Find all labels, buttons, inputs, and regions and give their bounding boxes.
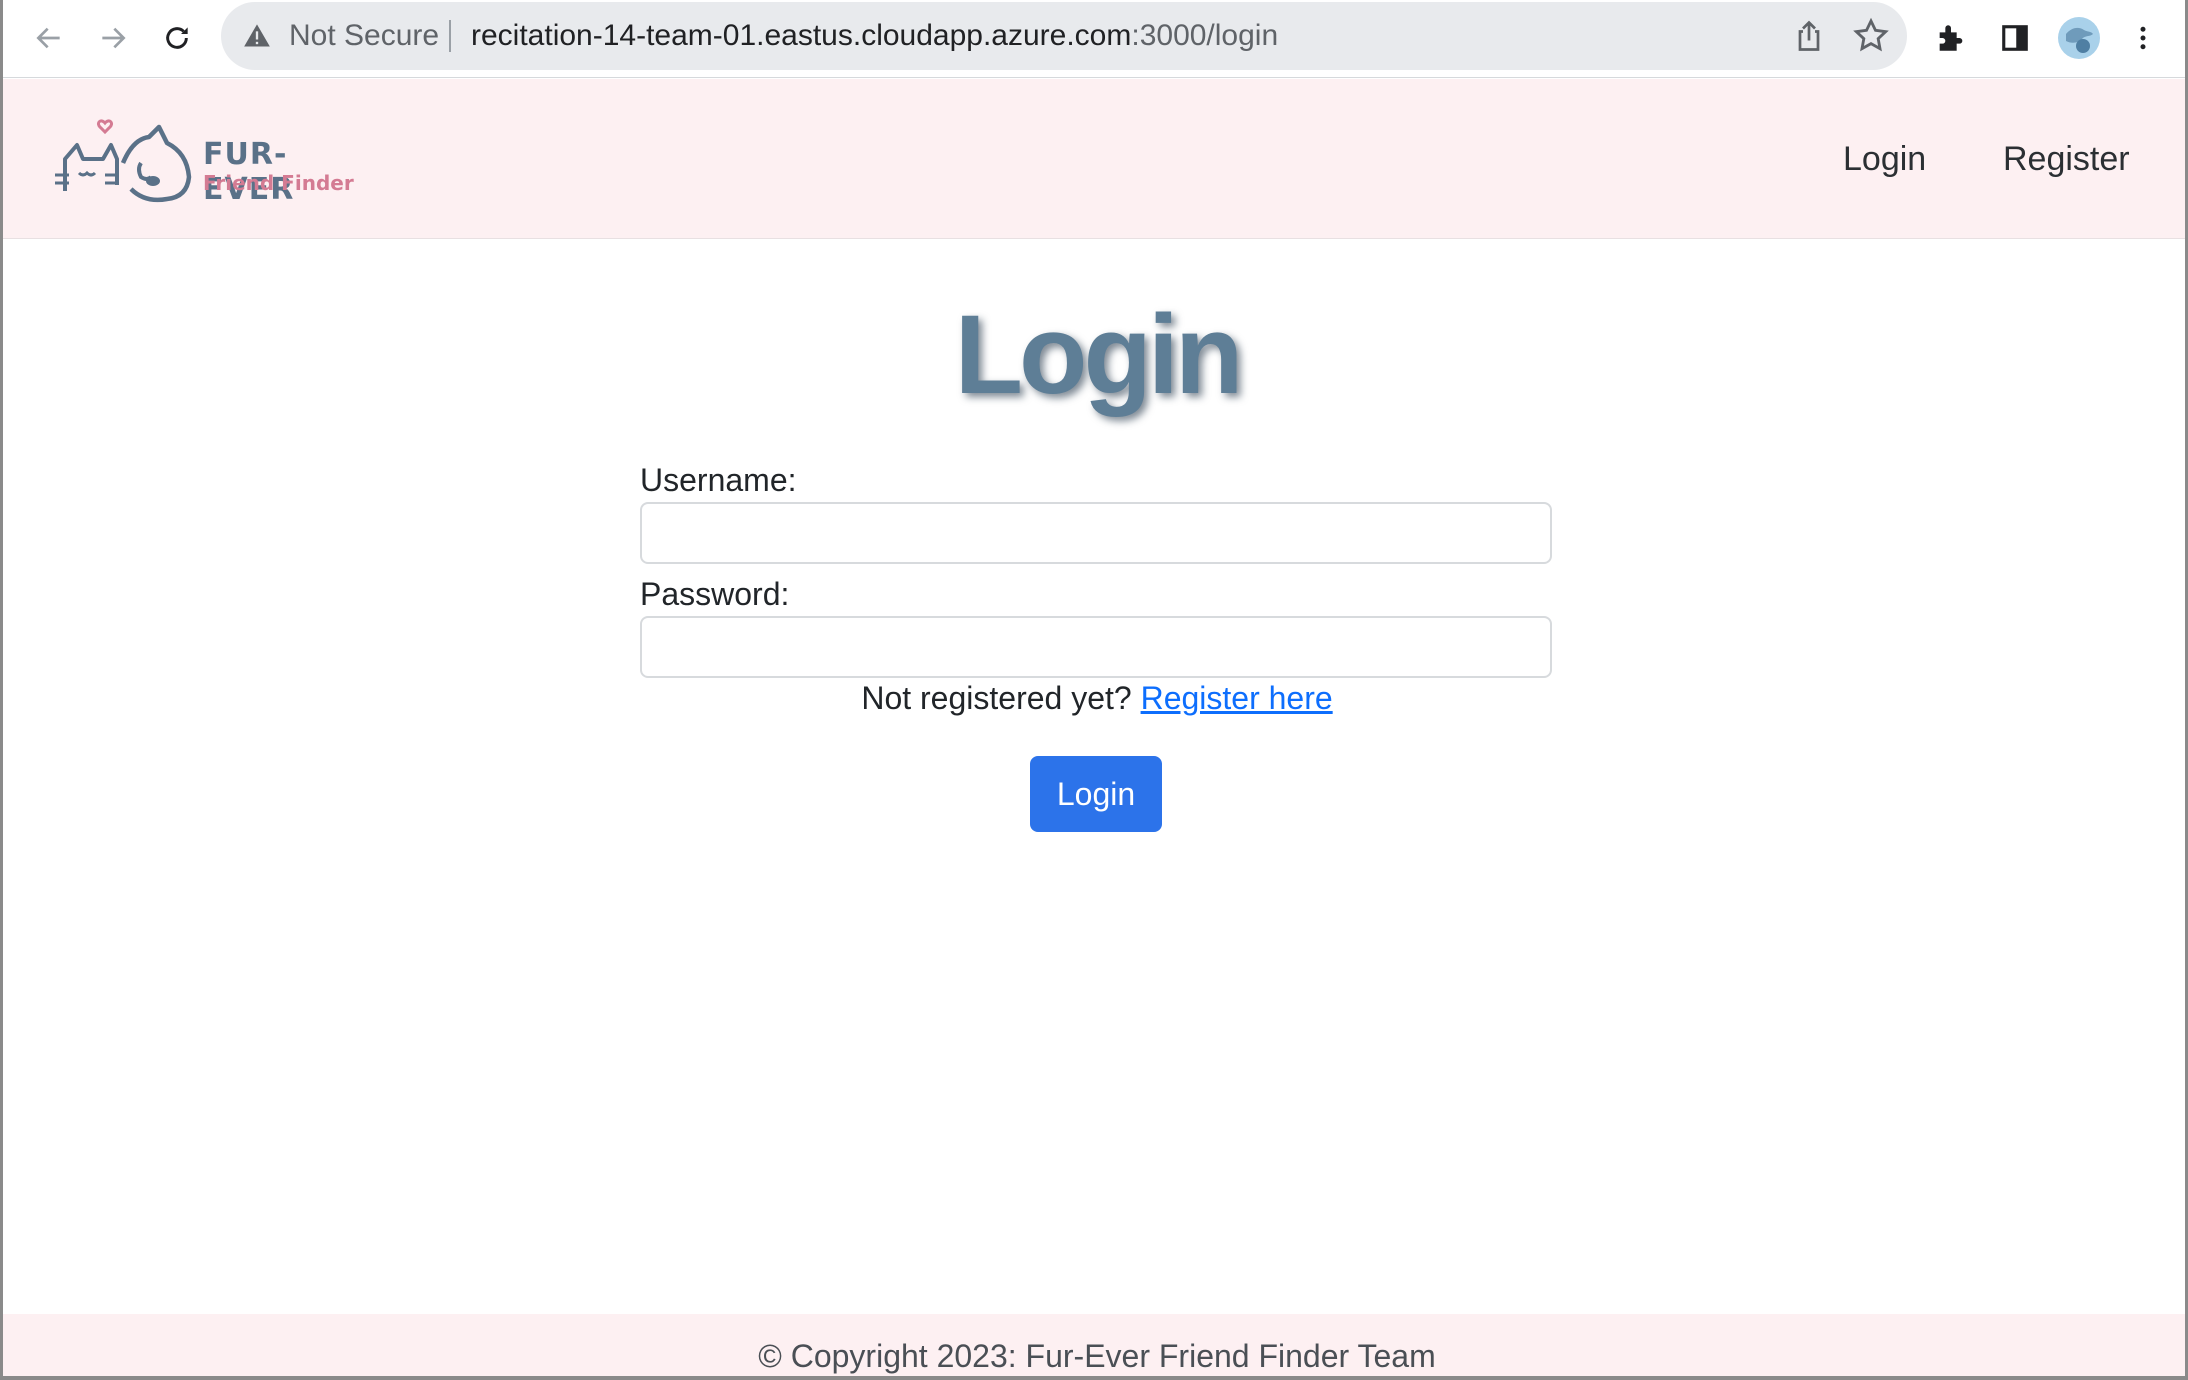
url-host: recitation-14-team-01.eastus.cloudapp.az…: [471, 19, 1132, 52]
profile-avatar[interactable]: [2055, 14, 2103, 62]
nav-login-link[interactable]: Login: [1843, 79, 1926, 239]
share-icon[interactable]: [1791, 18, 1827, 54]
cat-dog-logo-icon: [55, 119, 192, 203]
copyright-text: © Copyright 2023: Fur-Ever Friend Finder…: [758, 1338, 1436, 1374]
browser-toolbar: Not Secure recitation-14-team-01.eastus.…: [3, 0, 2185, 78]
omnibox-separator: [449, 20, 451, 52]
address-bar[interactable]: Not Secure recitation-14-team-01.eastus.…: [221, 2, 1907, 70]
side-panel-icon[interactable]: [1991, 14, 2039, 62]
star-icon[interactable]: [1851, 16, 1891, 56]
logo-subtitle: Friend Finder: [203, 171, 354, 195]
login-form: Username: Password:: [640, 458, 1552, 686]
register-prompt-line: Not registered yet? Register here: [3, 680, 2185, 717]
username-input[interactable]: [640, 502, 1552, 564]
reload-icon[interactable]: [153, 14, 201, 62]
password-label: Password:: [640, 576, 790, 612]
login-button[interactable]: Login: [1030, 756, 1162, 832]
warning-icon[interactable]: [243, 22, 271, 50]
url-text[interactable]: recitation-14-team-01.eastus.cloudapp.az…: [471, 2, 1278, 70]
site-footer: © Copyright 2023: Fur-Ever Friend Finder…: [3, 1314, 2185, 1376]
nav-register-link[interactable]: Register: [2003, 79, 2130, 239]
more-menu-icon[interactable]: [2119, 14, 2167, 62]
register-here-link[interactable]: Register here: [1141, 680, 1333, 716]
url-path: :3000/login: [1131, 19, 1279, 52]
password-input[interactable]: [640, 616, 1552, 678]
site-logo[interactable]: FUR-EVER Friend Finder: [53, 115, 373, 207]
extensions-icon[interactable]: [1927, 14, 1975, 62]
browser-window: Not Secure recitation-14-team-01.eastus.…: [0, 0, 2188, 1380]
back-arrow-icon[interactable]: [25, 14, 73, 62]
forward-arrow-icon[interactable]: [89, 14, 137, 62]
username-label: Username:: [640, 462, 797, 498]
site-header: FUR-EVER Friend Finder Login Register: [3, 79, 2185, 239]
security-label[interactable]: Not Secure: [289, 2, 439, 70]
page-title: Login: [954, 292, 1244, 417]
register-prompt-text: Not registered yet?: [861, 680, 1132, 716]
